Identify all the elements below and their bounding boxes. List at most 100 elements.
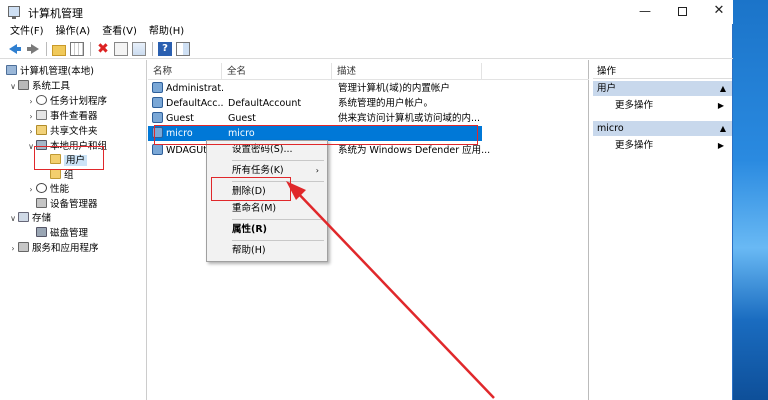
section-label: micro [597,123,624,134]
actions-section-micro[interactable]: micro ▲ [593,121,732,136]
window-title: 计算机管理 [28,7,83,20]
tree-item-system-tools[interactable]: ∨ 系统工具 [8,79,70,94]
menu-bar: 文件(F) 操作(A) 查看(V) 帮助(H) [0,24,733,40]
column-fullname[interactable]: 全名 [222,63,332,80]
tree-item-storage[interactable]: ∨ 存储 [8,211,51,226]
minimize-button[interactable]: — [628,0,662,24]
expand-arrow-icon[interactable]: ∨ [26,139,36,154]
tree-item-device-manager[interactable]: 设备管理器 [36,197,98,212]
submenu-arrow-icon: ▶ [717,141,724,150]
toolbar: ✖ ? [0,40,733,59]
maximize-button[interactable] [665,0,699,24]
tree-item-shared-folders[interactable]: › 共享文件夹 [26,124,98,139]
user-icon [152,82,163,93]
more-actions-users[interactable]: 更多操作 ▶ [593,98,732,113]
menu-view[interactable]: 查看(V) [96,24,143,40]
delete-icon[interactable]: ✖ [96,42,110,56]
section-label: 用户 [597,83,617,94]
performance-icon [36,183,47,193]
row-fullname: Guest [228,113,256,124]
user-icon [152,127,163,138]
tree-item-services-applications[interactable]: › 服务和应用程序 [8,241,99,256]
row-fullname: micro [228,128,255,139]
tree-item-users[interactable]: 用户 [50,153,88,168]
expand-arrow-icon[interactable]: ∨ [8,79,18,94]
folder-icon [50,169,61,179]
user-icon [152,97,163,108]
row-name: Administrat... [166,83,224,94]
context-all-tasks[interactable]: 所有任务(K) › [207,162,327,179]
menu-action[interactable]: 操作(A) [50,24,97,40]
context-rename[interactable]: 重命名(M) [207,200,327,217]
title-bar: 计算机管理 — ✕ [0,0,733,24]
list-row-guest[interactable]: Guest Guest 供来宾访问计算机或访问域的内... [148,111,589,126]
context-set-password[interactable]: 设置密码(S)... [207,141,327,158]
context-properties[interactable]: 属性(R) [207,221,327,238]
up-folder-icon[interactable] [52,44,66,56]
desktop-background [733,0,768,400]
menu-help[interactable]: 帮助(H) [143,24,190,40]
toolbar-separator [90,42,91,56]
show-hide-tree-icon[interactable] [70,42,84,56]
toolbar-separator [46,42,47,56]
row-name: DefaultAcc... [166,98,224,109]
more-actions-label: 更多操作 [615,100,654,111]
action-pane-icon[interactable] [176,42,190,56]
collapsed-arrow-icon[interactable]: › [8,241,18,256]
list-header: 名称 全名 描述 [148,63,589,80]
event-log-icon [36,110,47,120]
user-icon [152,144,163,155]
back-icon[interactable] [8,42,22,56]
row-description: 管理计算机(域)的内置帐户 [338,83,450,94]
disk-icon [36,227,47,237]
row-description: 系统管理的用户帐户。 [338,98,434,109]
tree-item-local-users-groups[interactable]: ∨ 本地用户和组 [26,139,107,154]
computer-management-window: 计算机管理 — ✕ 文件(F) 操作(A) 查看(V) 帮助(H) ✖ ? 计算… [0,0,733,400]
tree-item-groups[interactable]: 组 [50,168,74,183]
properties-icon[interactable] [114,42,128,56]
collapsed-arrow-icon[interactable]: › [26,124,36,139]
list-row-administrator[interactable]: Administrat... 管理计算机(域)的内置帐户 [148,81,589,96]
submenu-arrow-icon: › [315,166,319,175]
actions-title: 操作 [593,64,732,79]
expand-arrow-icon[interactable]: ∨ [8,211,18,226]
collapse-icon[interactable]: ▲ [720,81,726,96]
more-actions-micro[interactable]: 更多操作 ▶ [593,138,732,153]
collapsed-arrow-icon[interactable]: › [26,109,36,124]
list-row-defaultaccount[interactable]: DefaultAcc... DefaultAccount 系统管理的用户帐户。 [148,96,589,111]
tools-icon [18,80,29,90]
tree-item-performance[interactable]: › 性能 [26,182,69,197]
export-list-icon[interactable] [132,42,146,56]
collapse-icon[interactable]: ▲ [720,121,726,136]
row-name: Guest [166,113,194,124]
user-icon [152,112,163,123]
navigation-tree: 计算机管理(本地) ∨ 系统工具 › 任务计划程序 › 事件查看器 › 共享文件夹 ∨ 本… [0,60,147,400]
row-description: 供来宾访问计算机或访问域的内... [338,113,481,124]
menu-item-label: 所有任务(K) [232,165,284,176]
close-button[interactable]: ✕ [702,0,736,24]
tree-item-disk-management[interactable]: 磁盘管理 [36,226,88,241]
list-row-micro[interactable]: micro micro [148,126,482,141]
context-menu: 设置密码(S)... 所有任务(K) › 删除(D) 重命名(M) 属性(R) … [206,140,328,262]
row-fullname [228,81,332,96]
more-actions-label: 更多操作 [615,140,654,151]
row-name: WDAGUti [166,145,210,156]
row-fullname: DefaultAccount [228,98,302,109]
tree-item-task-scheduler[interactable]: › 任务计划程序 [26,94,107,109]
tree-item-event-viewer[interactable]: › 事件查看器 [26,109,98,124]
help-icon[interactable]: ? [158,42,172,56]
tree-item-computer-management[interactable]: 计算机管理(本地) [6,64,94,79]
column-description[interactable]: 描述 [332,63,482,80]
collapsed-arrow-icon[interactable]: › [26,94,36,109]
column-name[interactable]: 名称 [148,63,222,80]
row-name: micro [166,128,193,139]
actions-pane: 操作 用户 ▲ 更多操作 ▶ micro ▲ 更多操作 ▶ [593,60,732,400]
row-description: 系统为 Windows Defender 应用... [338,145,491,156]
actions-section-users[interactable]: 用户 ▲ [593,81,732,96]
menu-file[interactable]: 文件(F) [0,24,50,40]
menu-separator [232,240,324,241]
context-delete[interactable]: 删除(D) [207,183,327,200]
context-help[interactable]: 帮助(H) [207,242,327,259]
collapsed-arrow-icon[interactable]: › [26,182,36,197]
forward-icon[interactable] [26,42,40,56]
